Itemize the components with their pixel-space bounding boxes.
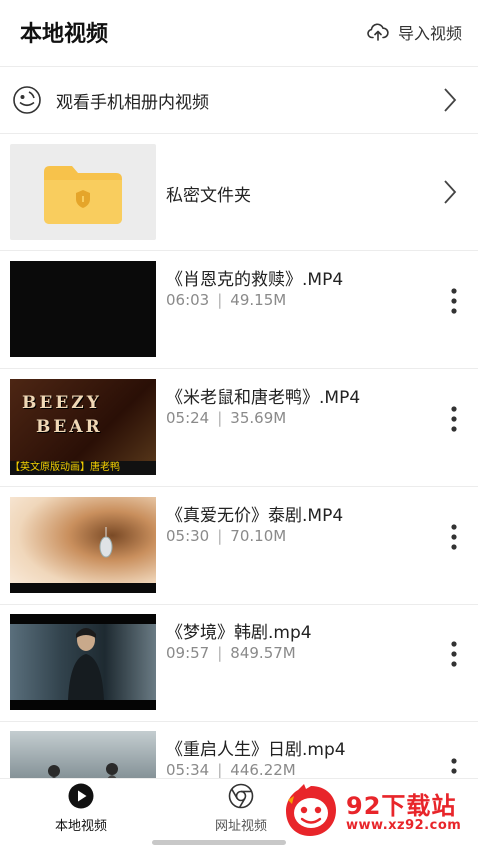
watermark-url: www.xz92.com — [346, 818, 462, 833]
more-vertical-icon[interactable] — [450, 287, 458, 315]
video-size: 35.69M — [230, 409, 287, 427]
video-title: 《米老鼠和唐老鸭》.MP4 — [166, 388, 361, 408]
more-vertical-icon[interactable] — [450, 405, 458, 433]
phone-album-label: 观看手机相册内视频 — [56, 92, 209, 113]
home-indicator[interactable] — [152, 840, 286, 845]
video-duration: 05:24 — [166, 409, 210, 427]
cloud-upload-icon — [367, 23, 389, 41]
video-meta: 06:03 | 49.15M — [166, 291, 287, 309]
tab-label: 本地视频 — [54, 819, 107, 834]
private-folder-row[interactable]: 私密文件夹 — [0, 134, 478, 251]
video-duration: 05:34 — [166, 761, 210, 779]
phone-album-row[interactable]: 观看手机相册内视频 — [0, 67, 478, 134]
video-meta: 05:30 | 70.10M — [166, 527, 287, 545]
import-video-button[interactable]: 导入视频 — [366, 20, 462, 44]
video-size: 849.57M — [230, 644, 296, 662]
import-video-label: 导入视频 — [397, 24, 462, 43]
thumbnail-text: BEEZY — [22, 393, 102, 413]
person-silhouette — [68, 628, 104, 700]
video-title: 《真爱无价》泰剧.MP4 — [166, 506, 344, 526]
video-item[interactable]: BEEZY BEAR 【英文原版动画】唐老鸭 《米老鼠和唐老鸭》.MP4 05:… — [0, 369, 478, 487]
thumbnail-text: BEAR — [36, 417, 103, 437]
private-folder-thumbnail — [10, 144, 156, 240]
more-vertical-icon[interactable] — [450, 640, 458, 668]
video-duration: 09:57 — [166, 644, 210, 662]
more-vertical-icon[interactable] — [450, 523, 458, 551]
chevron-right-icon — [444, 88, 457, 112]
thumbnail-caption: 【英文原版动画】唐老鸭 — [10, 461, 156, 475]
video-duration: 06:03 — [166, 291, 210, 309]
watermark-brand: 92下载站 — [346, 792, 457, 820]
page-title: 本地视频 — [20, 22, 109, 47]
video-title: 《梦境》韩剧.mp4 — [166, 623, 312, 643]
private-folder-label: 私密文件夹 — [166, 186, 251, 206]
video-size: 446.22M — [230, 761, 296, 779]
video-thumbnail: BEEZY BEAR 【英文原版动画】唐老鸭 — [10, 379, 156, 475]
video-title: 《重启人生》日剧.mp4 — [166, 740, 346, 760]
video-meta: 09:57 | 849.57M — [166, 644, 296, 662]
smile-face-icon — [13, 86, 41, 114]
video-meta: 05:24 | 35.69M — [166, 409, 287, 427]
chevron-right-icon — [444, 180, 457, 204]
video-item[interactable]: 《梦境》韩剧.mp4 09:57 | 849.57M — [0, 604, 478, 722]
header: 本地视频 导入视频 — [0, 0, 478, 67]
video-size: 49.15M — [230, 291, 287, 309]
watermark: 92下载站 www.xz92.com — [282, 780, 472, 840]
video-thumbnail — [10, 614, 156, 710]
video-thumbnail — [10, 497, 156, 593]
video-item[interactable]: 《肖恩克的救赎》.MP4 06:03 | 49.15M — [0, 251, 478, 369]
watermark-logo-icon — [286, 784, 336, 836]
video-thumbnail — [10, 261, 156, 357]
video-duration: 05:30 — [166, 527, 210, 545]
tab-local-videos[interactable]: 本地视频 — [21, 783, 141, 834]
locked-folder-icon — [44, 166, 122, 224]
play-circle-icon — [68, 783, 94, 809]
local-videos-screen: 本地视频 导入视频 观看手机相册内视频 私密文件夹 《肖恩克的救赎》.MP4 0… — [0, 0, 478, 850]
pendant-image — [99, 527, 113, 558]
video-title: 《肖恩克的救赎》.MP4 — [166, 270, 344, 290]
video-meta: 05:34 | 446.22M — [166, 761, 296, 779]
video-size: 70.10M — [230, 527, 287, 545]
browser-icon — [228, 783, 254, 809]
video-item[interactable]: 《真爱无价》泰剧.MP4 05:30 | 70.10M — [0, 487, 478, 605]
